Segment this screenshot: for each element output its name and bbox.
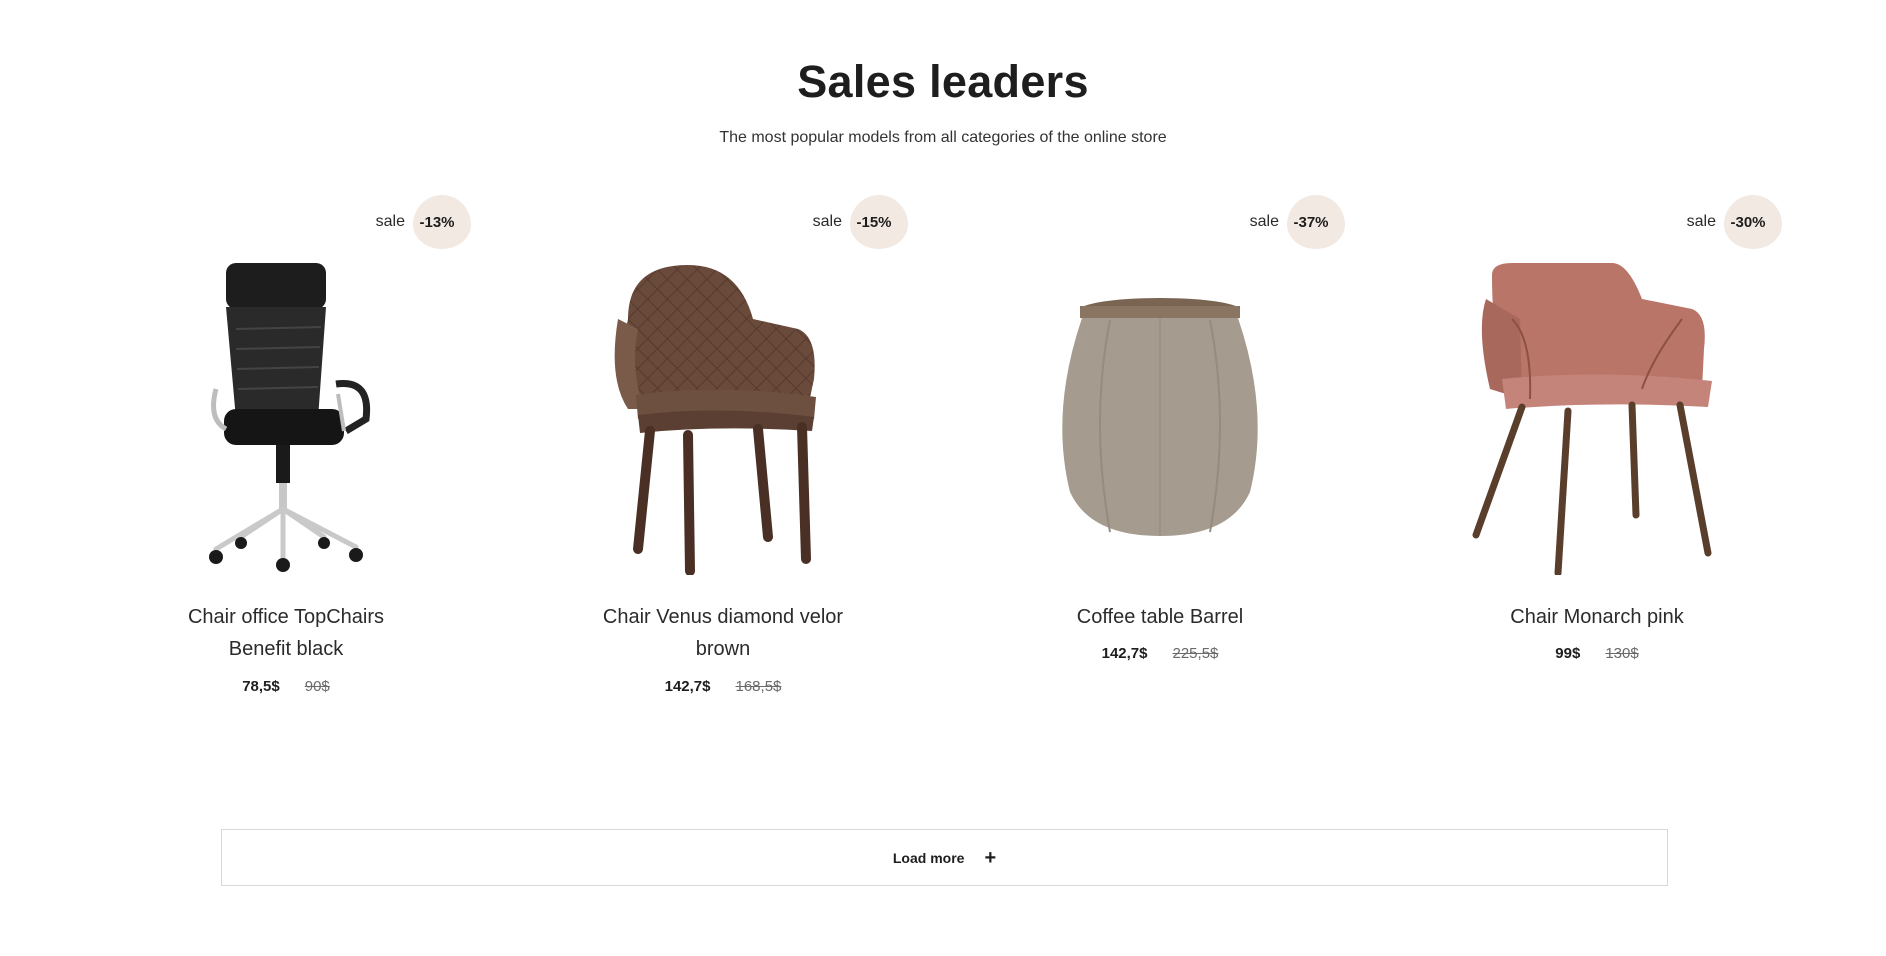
price-row: 78,5$ 90$ <box>106 678 466 695</box>
product-title-line2: brown <box>695 638 751 660</box>
old-price: 90$ <box>304 678 330 695</box>
product-title-line1: Chair Monarch pink <box>1510 606 1684 628</box>
product-title-line2: Benefit black <box>228 638 344 660</box>
product-image[interactable] <box>543 257 903 577</box>
discount-bubble: -37% <box>1287 195 1345 249</box>
discount-value: -13% <box>419 213 455 231</box>
product-title-line1: Coffee table Barrel <box>1076 606 1244 628</box>
product-image[interactable] <box>1417 257 1777 577</box>
sale-badge: sale -37% <box>1250 195 1345 249</box>
product-card-coffee-table[interactable]: sale -37% Coffee table Barrel 142,7$ 225… <box>980 195 1345 715</box>
product-title[interactable]: Chair Monarch pink <box>1417 601 1777 633</box>
product-card-monarch-chair[interactable]: sale -30% Chair Monarch pink 99$ 130$ <box>1417 195 1782 715</box>
product-title[interactable]: Chair office TopChairs Benefit black <box>106 601 466 665</box>
current-price: 99$ <box>1555 645 1581 662</box>
product-card-office-chair[interactable]: sale -13% Chair office TopChairs Benefit… <box>106 195 471 715</box>
section-subtitle: The most popular models from all categor… <box>719 129 1167 146</box>
sales-leaders-section: Sales leaders The most popular models fr… <box>0 0 1886 956</box>
discount-bubble: -15% <box>850 195 908 249</box>
product-image[interactable] <box>106 257 466 577</box>
office-chair-icon <box>209 263 371 572</box>
product-title[interactable]: Coffee table Barrel <box>980 601 1340 633</box>
product-title-line1: Chair Venus diamond velor <box>602 606 844 628</box>
barrel-table-icon <box>1062 298 1258 536</box>
sale-badge: sale -30% <box>1687 195 1782 249</box>
discount-bubble: -13% <box>413 195 471 249</box>
discount-bubble: -30% <box>1724 195 1782 249</box>
armchair-brown-icon <box>614 265 816 575</box>
product-image[interactable] <box>980 257 1340 577</box>
sale-label: sale <box>375 213 405 230</box>
sale-label: sale <box>1249 213 1279 230</box>
sale-label: sale <box>1686 213 1716 230</box>
discount-value: -37% <box>1293 213 1329 231</box>
discount-value: -15% <box>856 213 892 231</box>
current-price: 142,7$ <box>1101 645 1148 662</box>
sale-badge: sale -15% <box>813 195 908 249</box>
old-price: 130$ <box>1605 645 1639 662</box>
armchair-pink-icon <box>1472 263 1712 575</box>
price-row: 99$ 130$ <box>1417 645 1777 662</box>
load-more-label: Load more <box>892 849 965 866</box>
sale-badge: sale -13% <box>376 195 471 249</box>
current-price: 78,5$ <box>242 678 280 695</box>
product-card-venus-chair[interactable]: sale -15% Chair Venus diamond velor brow… <box>543 195 908 715</box>
discount-value: -30% <box>1730 213 1766 231</box>
old-price: 168,5$ <box>735 678 782 695</box>
product-title[interactable]: Chair Venus diamond velor brown <box>543 601 903 665</box>
price-row: 142,7$ 168,5$ <box>543 678 903 695</box>
section-title: Sales leaders <box>797 56 1089 107</box>
plus-icon: + <box>984 846 997 869</box>
current-price: 142,7$ <box>664 678 711 695</box>
load-more-button[interactable]: Load more + <box>221 829 1668 886</box>
old-price: 225,5$ <box>1172 645 1219 662</box>
sale-label: sale <box>812 213 842 230</box>
price-row: 142,7$ 225,5$ <box>980 645 1340 662</box>
product-title-line1: Chair office TopChairs <box>187 606 385 628</box>
